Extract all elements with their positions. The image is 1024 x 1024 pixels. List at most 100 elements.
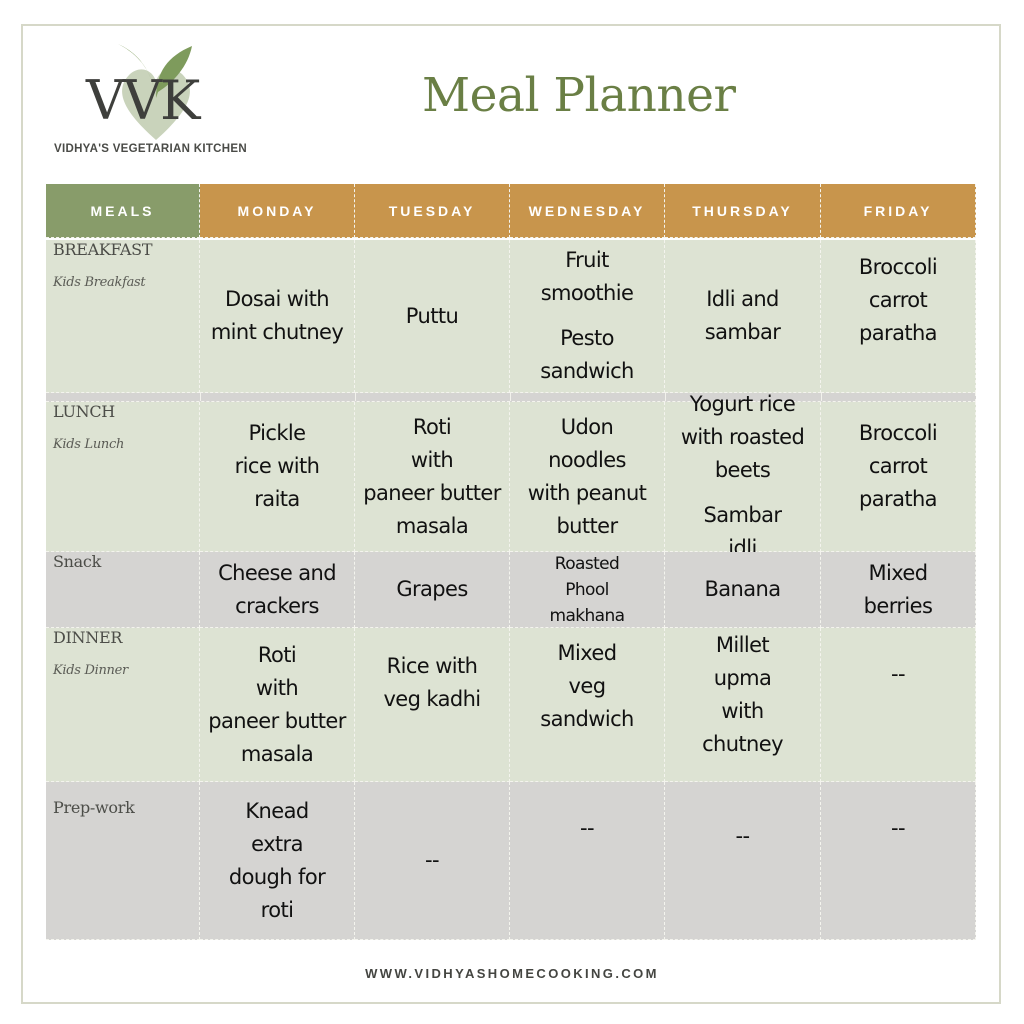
meal-cell-wednesday[interactable]: Roasted Phool makhana xyxy=(510,552,665,628)
meal-item: Grapes xyxy=(396,577,468,601)
meal-items: Puttu xyxy=(405,300,459,333)
meal-item: Roti with paneer butter masala xyxy=(208,642,346,766)
header-wednesday: WEDNESDAY xyxy=(510,184,665,238)
meal-item: Cheese and crackers xyxy=(218,560,336,618)
meal-item: Pesto sandwich xyxy=(540,326,634,383)
meal-cell-friday[interactable]: Broccoli carrot paratha xyxy=(821,402,976,552)
meal-cell-monday[interactable]: Knead extra dough for roti xyxy=(200,782,355,940)
meal-item: Idli and sambar xyxy=(704,287,781,344)
meal-item: Pickle rice with raita xyxy=(234,421,320,511)
kids-meal-label: Kids Lunch xyxy=(53,437,125,452)
meal-cell-monday[interactable]: Roti with paneer butter masala xyxy=(200,628,355,782)
separator-divider xyxy=(821,393,822,401)
meal-item: Dosai with mint chutney xyxy=(210,287,344,344)
meal-cell-monday[interactable]: Pickle rice with raita xyxy=(200,402,355,552)
row-separator xyxy=(46,393,976,402)
meal-items: -- xyxy=(425,844,440,877)
meal-items: Roti with paneer butter masala xyxy=(363,411,501,543)
header-friday: FRIDAY xyxy=(821,184,976,238)
meal-item: Udon noodles with peanut butter xyxy=(527,414,647,538)
meal-item: -- xyxy=(735,824,751,848)
header-tuesday: TUESDAY xyxy=(355,184,510,238)
meal-items: Dosai with mint chutney xyxy=(210,283,344,349)
separator-divider xyxy=(665,393,666,401)
meal-label: BREAKFAST xyxy=(53,240,153,259)
meal-items: Fruit smoothie Pesto sandwich xyxy=(540,244,634,388)
meal-items: -- xyxy=(891,658,906,691)
meal-item: Fruit smoothie xyxy=(540,248,634,305)
meal-cell-wednesday[interactable]: -- xyxy=(510,782,665,940)
meal-cell-tuesday[interactable]: Grapes xyxy=(355,552,510,628)
meal-cell-tuesday[interactable]: Puttu xyxy=(355,240,510,393)
meal-cell-thursday[interactable]: -- xyxy=(665,782,821,940)
meal-item: Rice with veg kadhi xyxy=(383,653,481,711)
meal-cell-friday[interactable]: -- xyxy=(821,628,976,782)
meal-items: Roasted Phool makhana xyxy=(549,551,625,629)
row-label-lunch: LUNCH Kids Lunch xyxy=(46,402,200,552)
meal-cell-friday[interactable]: -- xyxy=(821,782,976,940)
separator-divider xyxy=(355,393,356,401)
kids-meal-label: Kids Breakfast xyxy=(53,275,146,290)
meal-cell-wednesday[interactable]: Mixed veg sandwich xyxy=(510,628,665,782)
meal-cell-tuesday[interactable]: Rice with veg kadhi xyxy=(355,628,510,782)
row-label-breakfast: BREAKFAST Kids Breakfast xyxy=(46,240,200,393)
meal-cell-monday[interactable]: Dosai with mint chutney xyxy=(200,240,355,393)
kids-meal-label: Kids Dinner xyxy=(53,663,128,678)
meal-cell-wednesday[interactable]: Fruit smoothie Pesto sandwich xyxy=(510,240,665,393)
meal-item: Broccoli carrot paratha xyxy=(858,421,938,511)
meal-item: Banana xyxy=(704,577,781,601)
meal-items: Millet upma with chutney xyxy=(702,629,783,761)
meal-item: Broccoli carrot paratha xyxy=(858,254,938,345)
meal-item: Millet upma with chutney xyxy=(702,632,783,756)
meal-items: Broccoli carrot paratha xyxy=(858,251,938,350)
meal-item: Knead extra dough for roti xyxy=(228,798,326,922)
meal-items: Broccoli carrot paratha xyxy=(858,417,938,516)
logo-tagline: VIDHYA'S VEGETARIAN KITCHEN xyxy=(54,143,247,155)
meal-item: -- xyxy=(891,662,906,686)
meal-item: Roti with paneer butter masala xyxy=(363,414,501,538)
header-thursday: THURSDAY xyxy=(665,184,821,238)
footer-website[interactable]: WWW.VIDHYASHOMECOOKING.COM xyxy=(0,966,1024,981)
separator-divider xyxy=(510,393,511,401)
meal-items: Grapes xyxy=(396,573,468,606)
meal-items: -- xyxy=(580,812,595,845)
header-meals: MEALS xyxy=(46,184,200,238)
meal-items: Roti with paneer butter masala xyxy=(208,639,346,771)
meal-items: Cheese and crackers xyxy=(218,557,336,623)
meal-cell-thursday[interactable]: Idli and sambar xyxy=(665,240,821,393)
row-label-snack: Snack xyxy=(46,552,200,628)
meal-items: Udon noodles with peanut butter xyxy=(528,411,647,543)
meal-cell-thursday[interactable]: Banana xyxy=(665,552,821,628)
page-title: Meal Planner xyxy=(422,68,736,123)
meal-items: Rice with veg kadhi xyxy=(383,650,481,716)
meal-cell-wednesday[interactable]: Udon noodles with peanut butter xyxy=(510,402,665,552)
meal-items: Idli and sambar xyxy=(705,283,781,349)
meal-item: Roasted Phool makhana xyxy=(549,553,625,626)
meal-cell-tuesday[interactable]: Roti with paneer butter masala xyxy=(355,402,510,552)
meal-item: -- xyxy=(425,848,440,872)
meal-label: Snack xyxy=(53,552,101,571)
logo: VVK xyxy=(52,40,262,160)
meal-cell-monday[interactable]: Cheese and crackers xyxy=(200,552,355,628)
meal-label: DINNER xyxy=(53,628,123,647)
meal-cell-friday[interactable]: Mixed berries xyxy=(821,552,976,628)
meal-item: -- xyxy=(891,816,906,840)
row-label-dinner: DINNER Kids Dinner xyxy=(46,628,200,782)
meal-items: Pickle rice with raita xyxy=(235,417,320,516)
meal-items: Yogurt rice with roasted beets Sambar idl… xyxy=(680,388,805,565)
meal-items: -- xyxy=(735,820,751,853)
meal-item: Yogurt rice with roasted beets xyxy=(680,392,805,482)
meal-item: Mixed veg sandwich xyxy=(540,641,634,731)
logo-mark: VVK xyxy=(86,69,200,132)
meal-item: Mixed berries xyxy=(863,560,933,618)
header-monday: MONDAY xyxy=(200,184,355,238)
meal-cell-thursday[interactable]: Millet upma with chutney xyxy=(665,628,821,782)
meal-cell-friday[interactable]: Broccoli carrot paratha xyxy=(821,240,976,393)
separator-divider xyxy=(200,393,201,401)
meal-item: Puttu xyxy=(405,303,459,328)
meal-cell-tuesday[interactable]: -- xyxy=(355,782,510,940)
meal-items: -- xyxy=(891,812,906,845)
meal-cell-thursday[interactable]: Yogurt rice with roasted beets Sambar idl… xyxy=(665,392,821,560)
meal-label: Prep-work xyxy=(53,798,135,817)
meal-item: -- xyxy=(580,816,595,840)
